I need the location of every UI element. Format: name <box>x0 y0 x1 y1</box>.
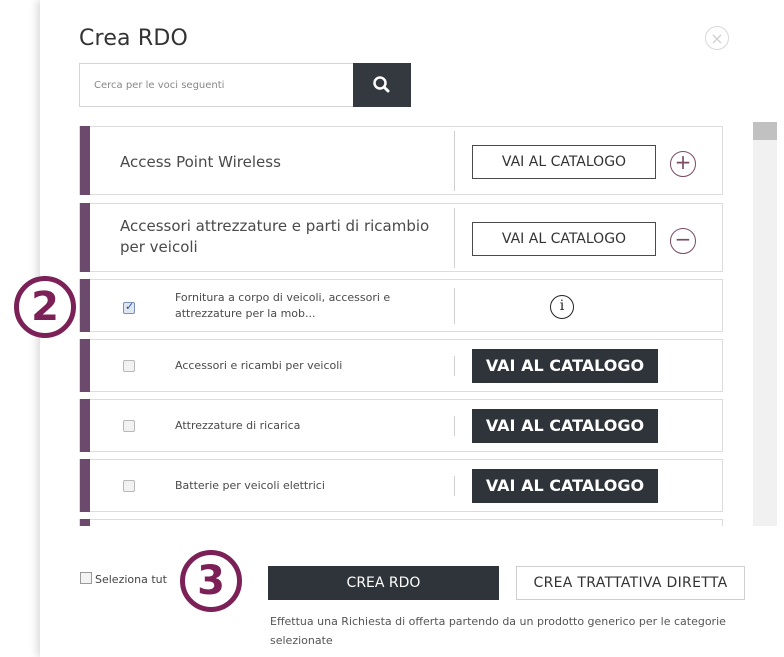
subcategory-row: Batterie per veicoli elettrici VAI AL CA… <box>79 459 723 512</box>
search-button[interactable] <box>353 63 411 107</box>
divider <box>454 416 455 436</box>
category-accent-bar <box>80 399 90 452</box>
expand-plus-icon[interactable]: + <box>670 151 696 177</box>
collapse-minus-icon[interactable]: − <box>670 228 696 254</box>
category-row: Accessori attrezzature e parti di ricamb… <box>79 203 723 272</box>
category-list: Access Point Wireless VAI AL CATALOGO + … <box>79 126 723 526</box>
category-row: Access Point Wireless VAI AL CATALOGO + <box>79 126 723 195</box>
category-label: Access Point Wireless <box>120 153 281 171</box>
subcategory-row: Accessori e ricambi per veicoli VAI AL C… <box>79 339 723 392</box>
scrollbar-track[interactable] <box>753 122 777 526</box>
scrollbar-thumb[interactable] <box>753 122 777 140</box>
category-accent-bar <box>80 279 90 332</box>
divider <box>454 476 455 496</box>
category-accent-bar <box>80 339 90 392</box>
subcategory-checkbox[interactable] <box>123 420 135 432</box>
category-accent-bar <box>80 126 90 195</box>
subcategory-checkbox[interactable] <box>123 300 135 314</box>
subcategory-row <box>79 519 723 526</box>
subcategory-label: Fornitura a corpo di veicoli, accessori … <box>175 291 391 320</box>
subcategory-label: Accessori e ricambi per veicoli <box>175 359 343 372</box>
category-accent-bar <box>80 203 90 272</box>
select-all-label: Seleziona tut <box>95 573 167 586</box>
vai-al-catalogo-button[interactable]: VAI AL CATALOGO <box>472 145 656 179</box>
vai-al-catalogo-button[interactable]: VAI AL CATALOGO <box>472 409 658 443</box>
crea-trattativa-diretta-button[interactable]: CREA TRATTATIVA DIRETTA <box>516 566 745 600</box>
vai-al-catalogo-button[interactable]: VAI AL CATALOGO <box>472 222 656 256</box>
divider <box>454 131 455 191</box>
subcategory-checkbox[interactable] <box>123 360 135 372</box>
subcategory-label: Batterie per veicoli elettrici <box>175 479 325 492</box>
vai-al-catalogo-button[interactable]: VAI AL CATALOGO <box>472 349 658 383</box>
divider <box>454 208 455 268</box>
category-accent-bar <box>80 519 90 526</box>
footer-note: Effettua una Richiesta di offerta parten… <box>270 615 726 647</box>
dialog-title: Crea RDO <box>79 26 189 51</box>
info-icon[interactable]: i <box>550 295 574 319</box>
divider <box>454 356 455 376</box>
search-input[interactable] <box>79 63 354 107</box>
category-accent-bar <box>80 459 90 512</box>
search-icon <box>373 76 390 93</box>
step-marker-3: 3 <box>180 550 242 612</box>
select-all-checkbox[interactable]: Seleziona tut <box>80 572 167 586</box>
crea-rdo-button[interactable]: CREA RDO <box>268 566 499 600</box>
subcategory-label: Attrezzature di ricarica <box>175 419 301 432</box>
category-label: Accessori attrezzature e parti di ricamb… <box>120 217 430 256</box>
subcategory-row: Attrezzature di ricarica VAI AL CATALOGO <box>79 399 723 452</box>
vai-al-catalogo-button[interactable]: VAI AL CATALOGO <box>472 469 658 503</box>
select-all-box[interactable] <box>80 572 92 584</box>
close-icon[interactable]: × <box>705 26 729 50</box>
divider <box>454 288 455 324</box>
subcategory-checkbox[interactable] <box>123 480 135 492</box>
subcategory-row: Fornitura a corpo di veicoli, accessori … <box>79 279 723 332</box>
step-marker-2: 2 <box>14 276 76 338</box>
